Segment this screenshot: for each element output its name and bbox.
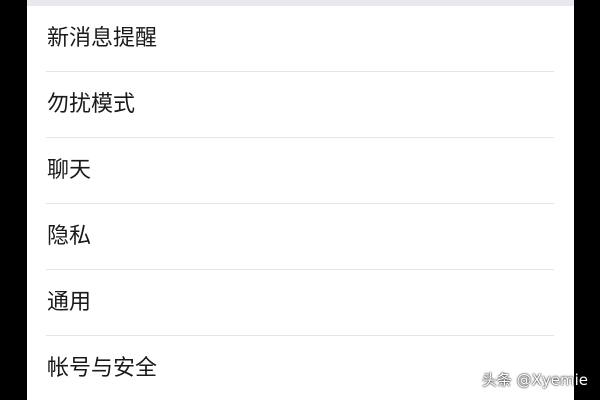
settings-item-label: 帐号与安全 <box>47 356 158 381</box>
settings-item-do-not-disturb[interactable]: 勿扰模式 <box>27 72 574 138</box>
settings-item-privacy[interactable]: 隐私 <box>27 204 574 270</box>
settings-item-new-message-alerts[interactable]: 新消息提醒 <box>27 6 574 72</box>
settings-item-label: 隐私 <box>47 224 92 249</box>
settings-item-general[interactable]: 通用 <box>27 270 574 336</box>
settings-item-label: 聊天 <box>47 158 92 183</box>
settings-item-chat[interactable]: 聊天 <box>27 138 574 204</box>
settings-screen: 新消息提醒 勿扰模式 聊天 隐私 通用 帐号与安全 <box>27 0 574 400</box>
settings-item-label: 新消息提醒 <box>47 26 158 51</box>
settings-list: 新消息提醒 勿扰模式 聊天 隐私 通用 帐号与安全 <box>27 6 574 400</box>
settings-item-label: 勿扰模式 <box>47 92 136 117</box>
settings-item-label: 通用 <box>47 290 92 315</box>
watermark: 头条 @Xyemie <box>481 371 588 389</box>
settings-item-account-security[interactable]: 帐号与安全 <box>27 336 574 400</box>
